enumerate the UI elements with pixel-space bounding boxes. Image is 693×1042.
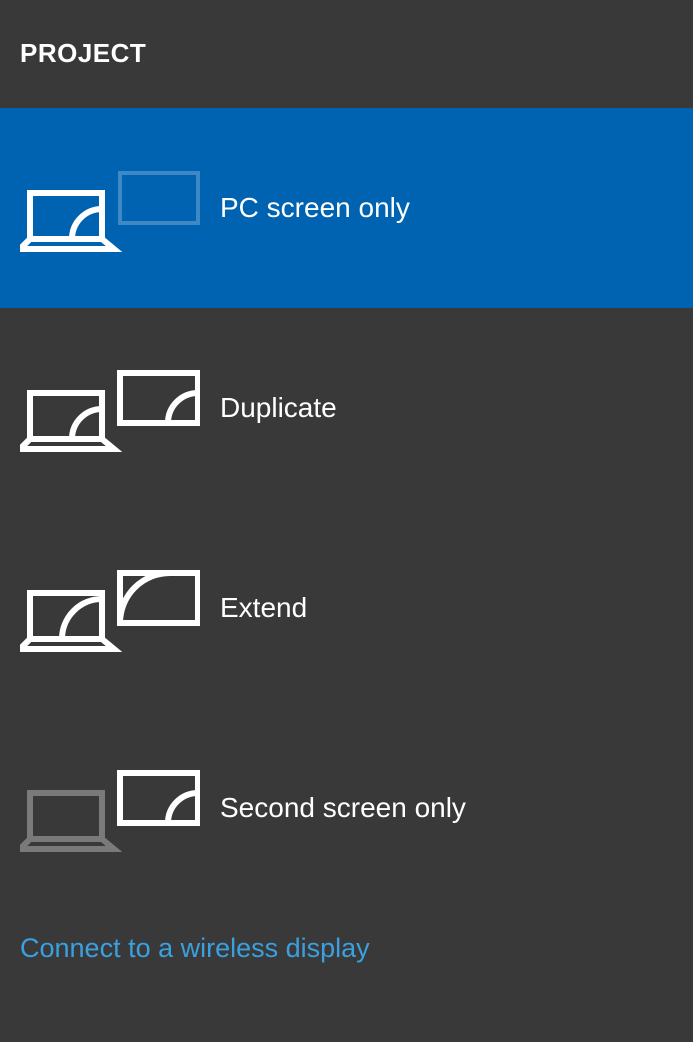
panel-title: PROJECT: [20, 38, 693, 69]
pc-screen-only-icon: [20, 163, 220, 253]
option-duplicate[interactable]: Duplicate: [0, 308, 693, 508]
panel-header: PROJECT: [0, 0, 693, 108]
project-options-list: PC screen only Duplicate: [0, 108, 693, 908]
panel-footer: Connect to a wireless display: [0, 933, 693, 1042]
extend-icon: [20, 563, 220, 653]
project-panel: PROJECT PC screen only: [0, 0, 693, 1042]
connect-wireless-display-link[interactable]: Connect to a wireless display: [20, 933, 370, 963]
option-extend[interactable]: Extend: [0, 508, 693, 708]
second-screen-only-icon: [20, 763, 220, 853]
option-label: Second screen only: [220, 792, 466, 824]
option-second-screen-only[interactable]: Second screen only: [0, 708, 693, 908]
option-pc-screen-only[interactable]: PC screen only: [0, 108, 693, 308]
option-label: Extend: [220, 592, 307, 624]
duplicate-icon: [20, 363, 220, 453]
option-label: PC screen only: [220, 192, 410, 224]
option-label: Duplicate: [220, 392, 337, 424]
